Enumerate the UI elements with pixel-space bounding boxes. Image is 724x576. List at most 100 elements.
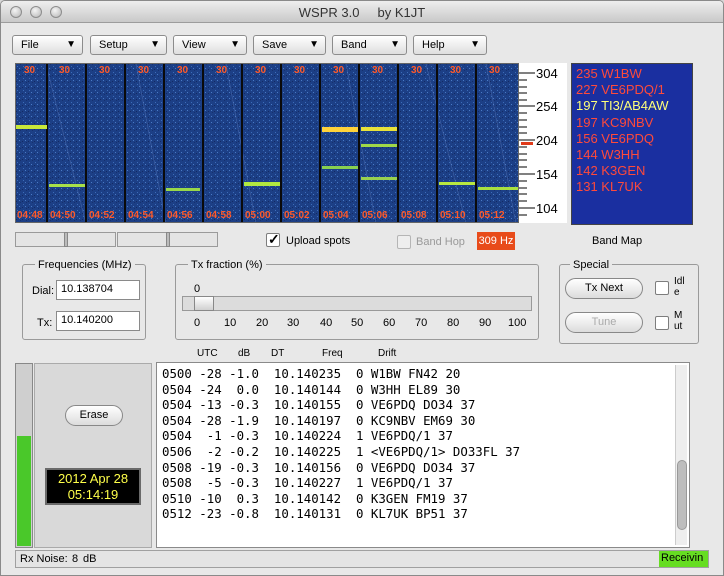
tick-label: 30 (287, 317, 300, 329)
tx-frequency-input[interactable]: 10.140200 (56, 311, 140, 331)
callsign-item: 227 VE6PDQ/1 (576, 82, 665, 98)
top-label: 30 (177, 65, 189, 76)
tick-label: 100 (508, 317, 527, 329)
title-bar: WSPR 3.0 by K1JT (1, 1, 723, 23)
list-item[interactable]: 0504 -24 0.0 10.140144 0 W3HH EL89 30 (157, 382, 689, 398)
top-label: 30 (216, 65, 228, 76)
band-hop-checkbox[interactable] (397, 235, 411, 249)
time-label: 05:08 (401, 210, 427, 221)
menu-setup[interactable]: Setup ▼ (90, 35, 167, 55)
menu-bar: File ▼ Setup ▼ View ▼ Save ▼ Band ▼ Help ▼ (1, 24, 723, 60)
menu-file-label: File (21, 39, 39, 51)
vertical-scrollbar[interactable] (675, 365, 687, 545)
checkmark-icon: ✓ (268, 231, 280, 247)
callsign-item: 131 KL7UK (576, 179, 643, 195)
tick-label: 50 (351, 317, 364, 329)
slider-thumb[interactable] (194, 296, 214, 311)
scale-label: 254 (536, 99, 558, 114)
frequencies-panel: Frequencies (MHz) Dial: 10.138704 Tx: 10… (22, 259, 146, 340)
tick-label: 70 (415, 317, 428, 329)
erase-button[interactable]: Erase (65, 405, 123, 426)
list-item[interactable]: 0504 -28 -1.9 10.140197 0 KC9NBV EM69 30 (157, 413, 689, 429)
tick-label: 40 (320, 317, 333, 329)
menu-band[interactable]: Band ▼ (332, 35, 407, 55)
chevron-down-icon: ▼ (66, 39, 76, 50)
tx-fraction-slider[interactable] (182, 296, 532, 311)
tx-frequency-marker (521, 142, 533, 145)
rx-noise-unit: dB (83, 553, 97, 565)
list-item[interactable]: 0508 -19 -0.3 10.140156 0 VE6PDQ DO34 37 (157, 460, 689, 476)
menu-view-label: View (182, 39, 206, 51)
time-label: 04:56 (167, 210, 193, 221)
chevron-down-icon: ▼ (309, 39, 319, 50)
freq-offset-display: 309 Hz (477, 232, 515, 250)
list-item[interactable]: 0500 -28 -1.0 10.140235 0 W1BW FN42 20 (157, 366, 689, 382)
decode-headers: UTC dB DT Freq Drift (156, 348, 690, 361)
menu-file[interactable]: File ▼ (12, 35, 83, 55)
dial-frequency-input[interactable]: 10.138704 (56, 280, 140, 300)
waterfall-display[interactable]: 30 30 30 30 30 30 30 30 30 30 30 30 30 0… (15, 63, 519, 223)
idle-checkbox[interactable] (655, 281, 669, 295)
tx-next-button[interactable]: Tx Next (565, 278, 643, 299)
list-item[interactable]: 0504 -1 -0.3 10.140224 1 VE6PDQ/1 37 (157, 428, 689, 444)
contrast-slider[interactable] (117, 232, 218, 247)
tx-label: Tx: (37, 317, 53, 329)
list-item[interactable]: 0504 -13 -0.3 10.140155 0 VE6PDQ DO34 37 (157, 397, 689, 413)
app-window: WSPR 3.0 by K1JT File ▼ Setup ▼ View ▼ Save… (0, 0, 724, 576)
menu-help-label: Help (422, 39, 445, 51)
time-label: 05:10 (440, 210, 466, 221)
tick-label: 60 (383, 317, 396, 329)
tick-label: 10 (224, 317, 237, 329)
tick-label: 20 (256, 317, 269, 329)
tick-label: 0 (194, 317, 201, 329)
left-control-panel: Erase 2012 Apr 28 05:14:19 (34, 363, 152, 548)
decoded-messages-list[interactable]: 0500 -28 -1.0 10.140235 0 W1BW FN42 20 0… (156, 362, 690, 548)
tune-button[interactable]: Tune (565, 312, 643, 333)
window-title: WSPR 3.0 by K1JT (298, 5, 426, 20)
list-item[interactable]: 0506 -2 -0.2 10.140225 1 <VE6PDQ/1> DO33… (157, 444, 689, 460)
upload-spots-checkbox[interactable]: ✓ (266, 231, 280, 247)
time-label: 04:52 (89, 210, 115, 221)
menu-help[interactable]: Help ▼ (413, 35, 487, 55)
header-freq: Freq (322, 348, 343, 359)
slider-thumb[interactable] (166, 232, 170, 247)
list-item[interactable]: 0510 -10 0.3 10.140142 0 K3GEN FM19 37 (157, 491, 689, 507)
callsign-list: 235 W1BW 227 VE6PDQ/1 197 TI3/AB4AW 197 … (571, 63, 693, 225)
time-label: 05:02 (284, 210, 310, 221)
list-item[interactable]: 0512 -23 -0.8 10.140131 0 KL7UK BP51 37 (157, 506, 689, 522)
chevron-down-icon: ▼ (390, 39, 400, 50)
time-label: 04:58 (206, 210, 232, 221)
clock-time: 05:14:19 (67, 487, 119, 502)
time-label: 05:04 (323, 210, 349, 221)
top-label: 30 (24, 65, 36, 76)
scale-label: 304 (536, 66, 558, 81)
menu-view[interactable]: View ▼ (173, 35, 247, 55)
top-label: 30 (99, 65, 111, 76)
waterfall-top-labels: 30 30 30 30 30 30 30 30 30 30 30 30 30 (16, 65, 518, 77)
menu-save[interactable]: Save ▼ (253, 35, 326, 55)
top-label: 30 (450, 65, 462, 76)
time-label: 04:50 (50, 210, 76, 221)
band-hop-label: Band Hop (416, 236, 465, 248)
receive-status-badge: Receivin (659, 551, 708, 567)
header-db: dB (238, 348, 251, 359)
slider-thumb[interactable] (64, 232, 68, 247)
top-label: 30 (333, 65, 345, 76)
scale-label: 154 (536, 167, 558, 182)
callsign-item: 144 W3HH (576, 147, 640, 163)
scrollbar-thumb[interactable] (677, 460, 687, 530)
top-label: 30 (138, 65, 150, 76)
menu-save-label: Save (262, 39, 288, 51)
time-label: 05:06 (362, 210, 388, 221)
mute-checkbox[interactable] (655, 316, 669, 330)
brightness-slider[interactable] (15, 232, 116, 247)
tx-fraction-ticks: 0 10 20 30 40 50 60 70 80 90 100 (176, 317, 540, 331)
time-label: 04:48 (17, 210, 43, 221)
waterfall-time-labels: 04:48 04:50 04:52 04:54 04:56 04:58 05:0… (16, 210, 518, 222)
header-utc: UTC (197, 348, 218, 359)
list-item[interactable]: 0508 -5 -0.3 10.140227 1 VE6PDQ/1 37 (157, 475, 689, 491)
callsign-item: 235 W1BW (576, 66, 642, 81)
tick-label: 80 (447, 317, 460, 329)
tick-label: 90 (479, 317, 492, 329)
callsign-item: 142 K3GEN (576, 163, 646, 179)
